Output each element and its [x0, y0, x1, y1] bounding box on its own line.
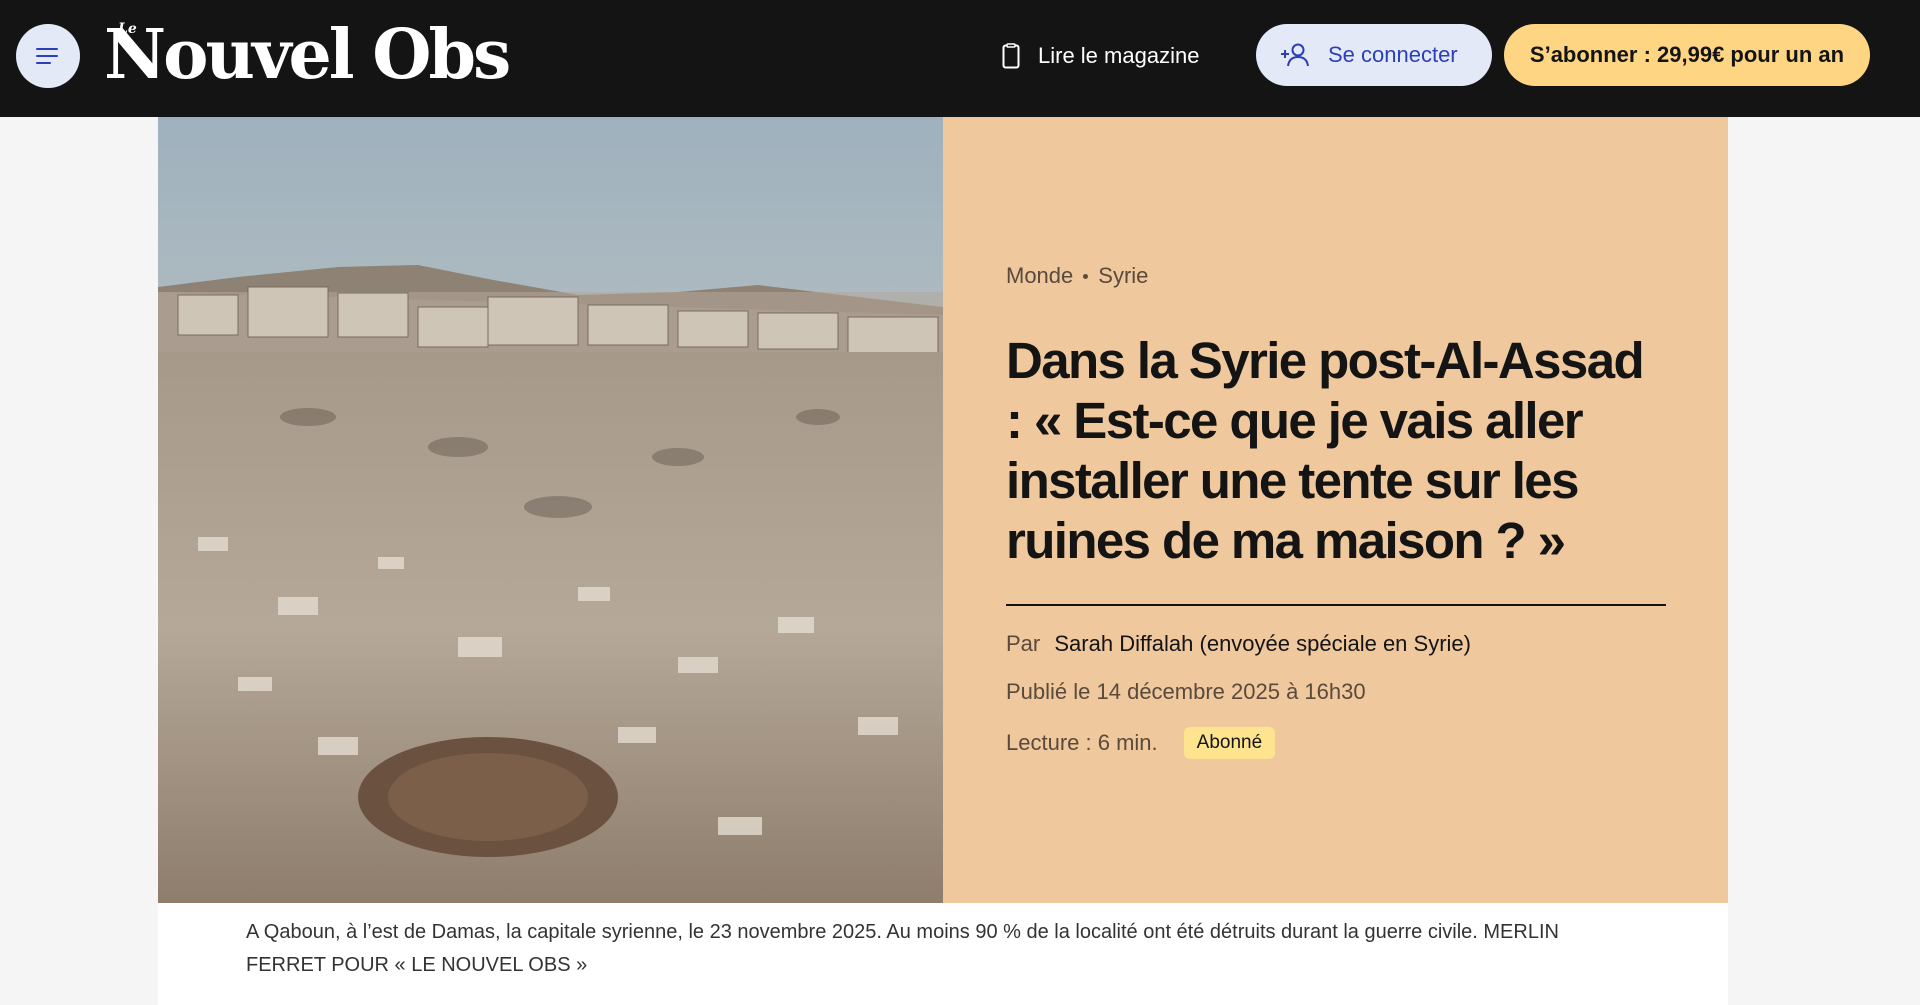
- login-button[interactable]: Se connecter: [1256, 24, 1492, 86]
- breadcrumb-separator: [1083, 273, 1089, 279]
- article-hero: Monde Syrie Dans la Syrie post-Al-Assad …: [158, 117, 1728, 903]
- user-add-icon: [1281, 43, 1309, 67]
- publication-date: Publié le 14 décembre 2025 à 16h30: [1006, 679, 1366, 704]
- breadcrumb-item-syrie[interactable]: Syrie: [1098, 263, 1148, 289]
- logo-main-text: Nouvel Obs: [104, 15, 511, 95]
- site-logo[interactable]: Le Nouvel Obs: [104, 20, 511, 90]
- top-navigation-bar: Le Nouvel Obs Lire le magazine Se connec…: [0, 0, 1920, 117]
- headline-divider: [1006, 604, 1666, 606]
- read-magazine-label: Lire le magazine: [1038, 43, 1200, 68]
- tablet-icon: [1002, 43, 1020, 69]
- byline-prefix: Par: [1006, 631, 1041, 656]
- photo-caption: A Qaboun, à l’est de Damas, la capitale …: [158, 903, 1728, 1005]
- subscribe-button[interactable]: S’abonner : 29,99€ pour un an: [1504, 24, 1870, 86]
- breadcrumb: Monde Syrie: [1006, 263, 1148, 289]
- subscriber-badge: Abonné: [1183, 727, 1276, 759]
- article-header: Monde Syrie Dans la Syrie post-Al-Assad …: [1006, 117, 1666, 903]
- byline: Par Sarah Diffalah (envoyée spéciale en …: [1006, 631, 1471, 657]
- menu-icon: [36, 48, 58, 64]
- login-label: Se connecter: [1328, 42, 1458, 67]
- author-link[interactable]: Sarah Diffalah (envoyée spéciale en Syri…: [1054, 631, 1471, 656]
- read-time-row: Lecture : 6 min. Abonné: [1006, 727, 1276, 759]
- rubble-landscape-image: [158, 117, 943, 903]
- read-time: Lecture : 6 min.: [1006, 730, 1158, 755]
- photo-caption-text: A Qaboun, à l’est de Damas, la capitale …: [246, 921, 1559, 976]
- breadcrumb-item-monde[interactable]: Monde: [1006, 263, 1073, 289]
- article-photo: [158, 117, 943, 903]
- menu-button[interactable]: [16, 24, 80, 88]
- article-headline: Dans la Syrie post-Al-Assad : « Est-ce q…: [1006, 332, 1645, 569]
- read-magazine-link[interactable]: Lire le magazine: [1002, 36, 1199, 76]
